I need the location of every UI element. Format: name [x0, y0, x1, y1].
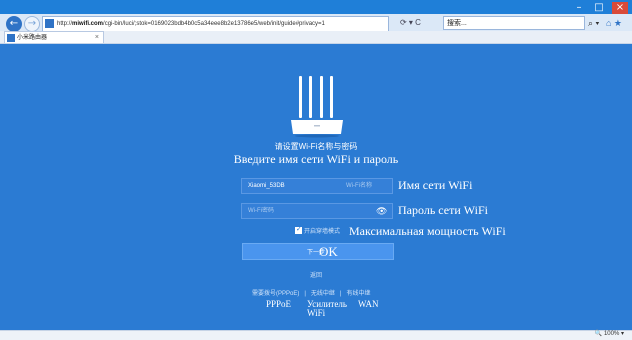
url-path: /cgi-bin/luci/;stok=0169023bdb4b0c5a34ee…: [103, 21, 325, 27]
window-controls: – □ ×: [572, 2, 628, 14]
minimize-button[interactable]: –: [572, 2, 586, 14]
router-icon: [291, 76, 343, 138]
wifi-name-label-ru: Имя сети WiFi: [398, 178, 473, 192]
tab-title: 小米路由器: [17, 35, 48, 41]
close-window-button[interactable]: ×: [612, 2, 628, 14]
search-input[interactable]: 搜索...: [443, 16, 585, 30]
link-pppoe[interactable]: 需要拨号(PPPoE): [252, 291, 299, 297]
mi-logo-icon: [7, 34, 15, 42]
page-icon: [45, 18, 54, 28]
max-power-label-cn[interactable]: 开启穿墙模式: [304, 226, 340, 235]
max-power-checkbox[interactable]: [295, 225, 302, 234]
address-bar[interactable]: http://miwifi.com/cgi-bin/luci/;stok=016…: [42, 16, 389, 32]
tab-miwifi[interactable]: 小米路由器 ×: [4, 31, 104, 43]
back-button[interactable]: ←: [6, 16, 22, 32]
tab-close-icon[interactable]: ×: [95, 32, 99, 44]
url-host: miwifi.com: [72, 21, 104, 27]
wifi-name-field[interactable]: Xiaomi_53DB Wi-Fi名称: [241, 178, 393, 194]
link-separator: |: [304, 291, 306, 297]
back-link[interactable]: 返回: [0, 270, 632, 279]
maximize-button[interactable]: □: [592, 2, 606, 14]
eye-icon[interactable]: 👁: [376, 205, 387, 217]
page-title-cn: 请设置Wi-Fi名称与密码: [274, 142, 358, 151]
link-separator: |: [339, 291, 342, 297]
home-favorites-icons[interactable]: ⌂ ★: [606, 16, 630, 30]
wifi-name-value: Xiaomi_53DB: [248, 183, 285, 189]
wifi-password-field[interactable]: Wi-Fi密码 👁: [241, 203, 393, 219]
wifi-password-label-ru: Пароль сети WiFi: [398, 203, 488, 217]
link-wired-repeater-ru: WAN: [358, 299, 379, 309]
page-title-ru: Введите имя сети WiFi и пароль: [233, 152, 399, 166]
link-pppoe-ru: PPPoE: [266, 299, 292, 309]
search-icon[interactable]: ⌕ ▾: [588, 16, 604, 30]
link-wireless-repeater-ru: Усилитель WiFi: [307, 299, 347, 318]
next-button[interactable]: 下一步 OK: [242, 243, 394, 260]
address-tools[interactable]: ⟳ ▾ C: [400, 16, 440, 30]
link-wireless-repeater[interactable]: 无线中继: [311, 291, 335, 297]
wifi-password-placeholder: Wi-Fi密码: [248, 208, 274, 214]
link-wired-repeater[interactable]: 有线中继: [346, 291, 370, 297]
mode-links: 需要拨号(PPPoE) | 无线中继 | 有线中继: [252, 288, 371, 297]
forward-button[interactable]: →: [24, 16, 40, 32]
zoom-control[interactable]: 🔍 100% ▾: [595, 330, 624, 339]
wifi-name-placeholder: Wi-Fi名称: [346, 183, 372, 189]
max-power-label-ru: Максимальная мощность WiFi: [349, 224, 506, 238]
next-label-ru: OK: [319, 244, 338, 259]
url-prefix: http://: [57, 21, 73, 27]
